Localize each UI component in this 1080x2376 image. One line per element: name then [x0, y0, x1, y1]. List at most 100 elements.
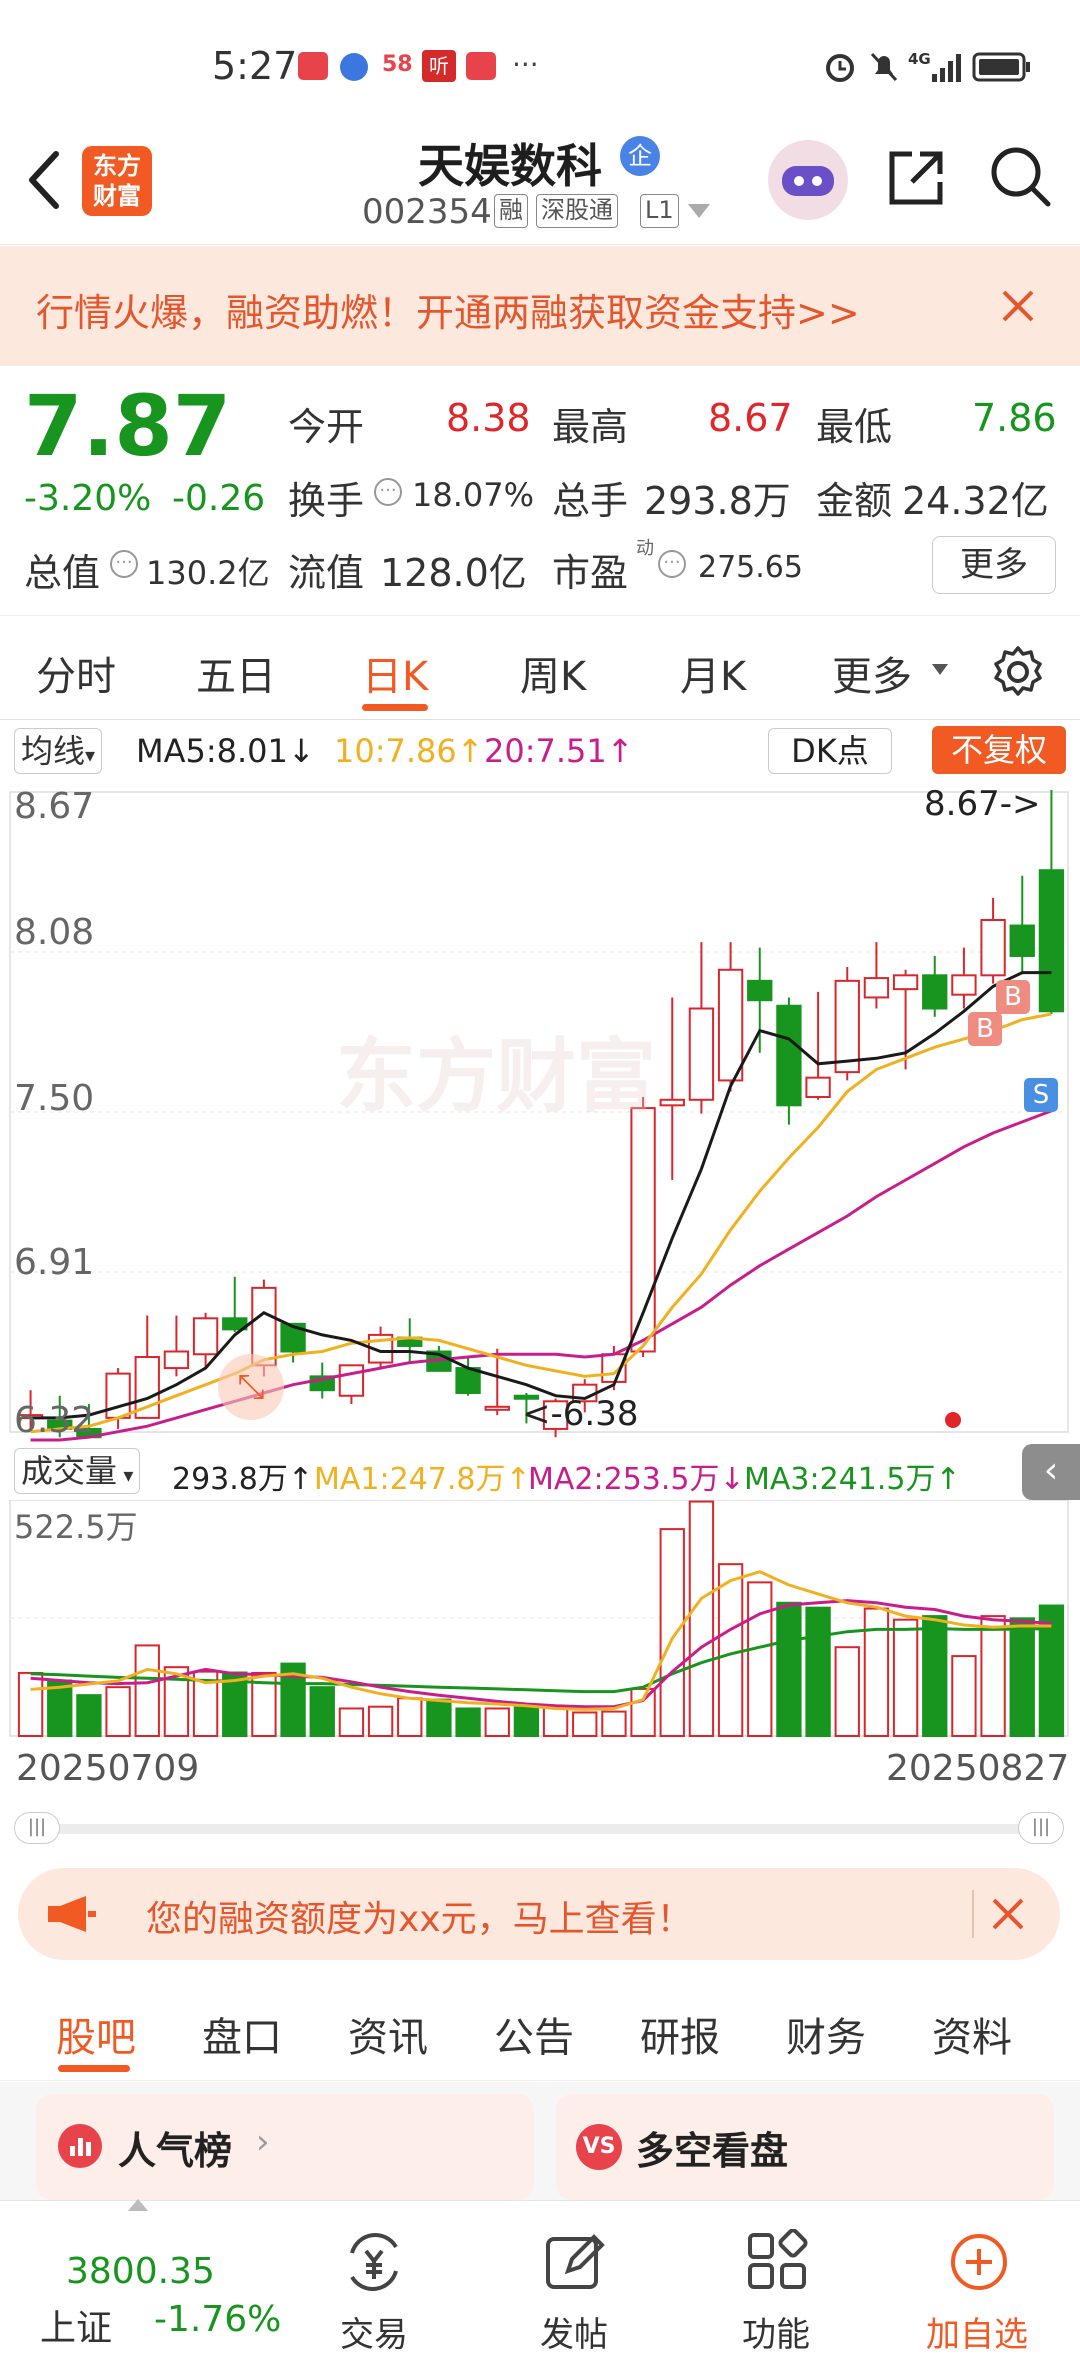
tab-profile[interactable]: 资料	[932, 2005, 1012, 2063]
notification-icon-listen: 听	[422, 50, 456, 82]
vol-ma3-readout: MA3:241.5万↑	[744, 1462, 961, 1497]
tab-finance[interactable]: 财务	[786, 2005, 866, 2063]
kline-chart[interactable]: 8.67 8.08 7.50 6.91 6.32 东方财富 8.67-> <-6…	[0, 782, 1080, 1442]
turnover-value: 18.07%	[412, 476, 535, 514]
tab-monthly-k[interactable]: 月K	[680, 644, 746, 702]
notice-text[interactable]: 您的融资额度为xx元，马上查看！	[146, 1890, 693, 1942]
expand-icon[interactable]: ⤡	[218, 1354, 284, 1420]
search-icon[interactable]	[988, 144, 1054, 214]
scroll-track[interactable]	[30, 1824, 1040, 1834]
functions-label[interactable]: 功能	[742, 2307, 810, 2356]
vol-ma2-readout: MA2:253.5万↓	[528, 1462, 745, 1497]
functions-icon[interactable]	[746, 2228, 808, 2295]
trade-icon[interactable]	[340, 2231, 408, 2297]
info-icon[interactable]: ···	[374, 478, 402, 506]
connect-tag: 深股通	[536, 194, 618, 228]
tab-weekly-k[interactable]: 周K	[520, 644, 586, 702]
collapse-panel-button[interactable]: ‹	[1022, 1444, 1080, 1500]
volume-bar	[951, 1655, 977, 1737]
back-icon[interactable]	[24, 148, 64, 216]
volume-value: 293.8万	[644, 479, 791, 523]
settings-icon[interactable]	[990, 644, 1046, 704]
amount-label: 金额	[816, 479, 893, 523]
ma5-readout: MA5:8.01↓	[136, 732, 315, 770]
banner-text[interactable]: 行情火爆，融资助燃！开通两融获取资金支持>>	[36, 282, 860, 337]
y-tick-label: 6.32	[14, 1400, 95, 1441]
trade-label[interactable]: 交易	[340, 2307, 408, 2356]
status-bar: 5:27 58 听 ··· 4G	[0, 0, 1080, 130]
tab-five-day[interactable]: 五日	[196, 644, 276, 702]
candle-body	[747, 979, 773, 1002]
close-icon[interactable]	[998, 286, 1038, 330]
info-icon[interactable]: ···	[110, 550, 138, 578]
y-tick-label: 6.91	[14, 1242, 95, 1283]
tab-daily-k[interactable]: 日K	[362, 644, 428, 702]
margin-quota-notice[interactable]: 您的融资额度为xx元，马上查看！	[18, 1868, 1060, 1960]
candle-body	[951, 974, 977, 996]
tab-intraday[interactable]: 分时	[36, 644, 116, 702]
range-scrollbar[interactable]: ||| |||	[14, 1812, 1066, 1846]
status-time: 5:27	[212, 44, 298, 88]
index-value[interactable]: 3800.35	[66, 2251, 215, 2292]
post-label[interactable]: 发帖	[540, 2307, 608, 2356]
low-value: 7.86	[972, 396, 1057, 440]
volume-bar	[484, 1707, 510, 1737]
event-dot[interactable]	[945, 1412, 961, 1428]
dropdown-icon[interactable]	[932, 664, 948, 675]
volume-chart[interactable]: 522.5万	[0, 1499, 1080, 1745]
high-value: 8.67	[708, 396, 793, 440]
range-handle-right[interactable]: |||	[1018, 1812, 1064, 1844]
volume-bar	[601, 1710, 627, 1738]
alarm-icon	[822, 48, 858, 88]
tab-announcements[interactable]: 公告	[494, 2005, 574, 2063]
sell-signal-badge[interactable]: S	[1024, 1078, 1058, 1112]
tab-guba[interactable]: 股吧	[56, 2005, 136, 2063]
share-icon[interactable]	[884, 146, 948, 214]
tab-handicap[interactable]: 盘口	[202, 2005, 282, 2063]
info-icon[interactable]: ···	[658, 550, 686, 578]
tab-more[interactable]: 更多	[832, 644, 912, 702]
range-handle-left[interactable]: |||	[14, 1812, 60, 1844]
index-change[interactable]: -1.76%	[154, 2299, 281, 2340]
candle-body	[192, 1317, 219, 1356]
vol-ma1-readout: MA1:247.8万↑	[314, 1462, 531, 1497]
content-tabs: 股吧 盘口 资讯 公告 研报 财务 资料	[0, 1975, 1080, 2081]
tab-research[interactable]: 研报	[640, 2005, 720, 2063]
indicator-selector[interactable]: 成交量 ▾	[14, 1448, 141, 1494]
index-name[interactable]: 上证	[40, 2299, 112, 2351]
volume-bar	[776, 1601, 802, 1737]
close-icon[interactable]	[988, 1894, 1028, 1938]
volume-chart-svg[interactable]	[0, 1499, 1080, 1745]
bull-bear-card[interactable]: VS 多空看盘	[556, 2094, 1054, 2200]
margin-promo-banner[interactable]: 行情火爆，融资助燃！开通两融获取资金支持>>	[0, 246, 1080, 366]
versus-icon: VS	[576, 2124, 622, 2170]
notification-icon	[466, 52, 496, 80]
ma-selector[interactable]: 均线▾	[14, 728, 103, 774]
buy-signal-badge[interactable]: B	[968, 1012, 1002, 1046]
dk-point-button[interactable]: DK点	[768, 728, 892, 774]
popularity-card[interactable]: 人气榜 ›	[36, 2094, 534, 2200]
bull-bear-label[interactable]: 多空看盘	[636, 2120, 788, 2175]
change-amount: -0.26	[172, 478, 266, 519]
post-icon[interactable]	[544, 2231, 606, 2297]
volume-bar	[367, 1705, 394, 1737]
open-value: 8.38	[446, 396, 531, 440]
candle-body	[717, 968, 744, 1082]
add-watch-icon[interactable]	[948, 2231, 1010, 2297]
ma-legend: 均线▾ MA5:8.01↓ 10:7.86↑ 20:7.51↑ DK点 不复权	[0, 722, 1080, 782]
turnover-label: 换手	[288, 479, 365, 523]
watermark: 东方财富	[336, 1030, 656, 1123]
more-button[interactable]: 更多	[932, 536, 1056, 594]
candle-body	[688, 1007, 715, 1101]
assistant-avatar[interactable]	[768, 140, 848, 220]
enterprise-badge: 企	[620, 136, 660, 176]
popularity-label[interactable]: 人气榜	[118, 2120, 232, 2175]
buy-signal-badge[interactable]: B	[996, 980, 1030, 1014]
notification-icon-58: 58	[382, 52, 413, 77]
expand-up-icon[interactable]	[128, 2199, 148, 2211]
tab-news[interactable]: 资讯	[348, 2005, 428, 2063]
dropdown-icon[interactable]	[688, 204, 710, 218]
no-adjust-button[interactable]: 不复权	[932, 726, 1066, 774]
add-watch-label[interactable]: 加自选	[926, 2307, 1028, 2356]
volume-bar	[455, 1707, 481, 1737]
